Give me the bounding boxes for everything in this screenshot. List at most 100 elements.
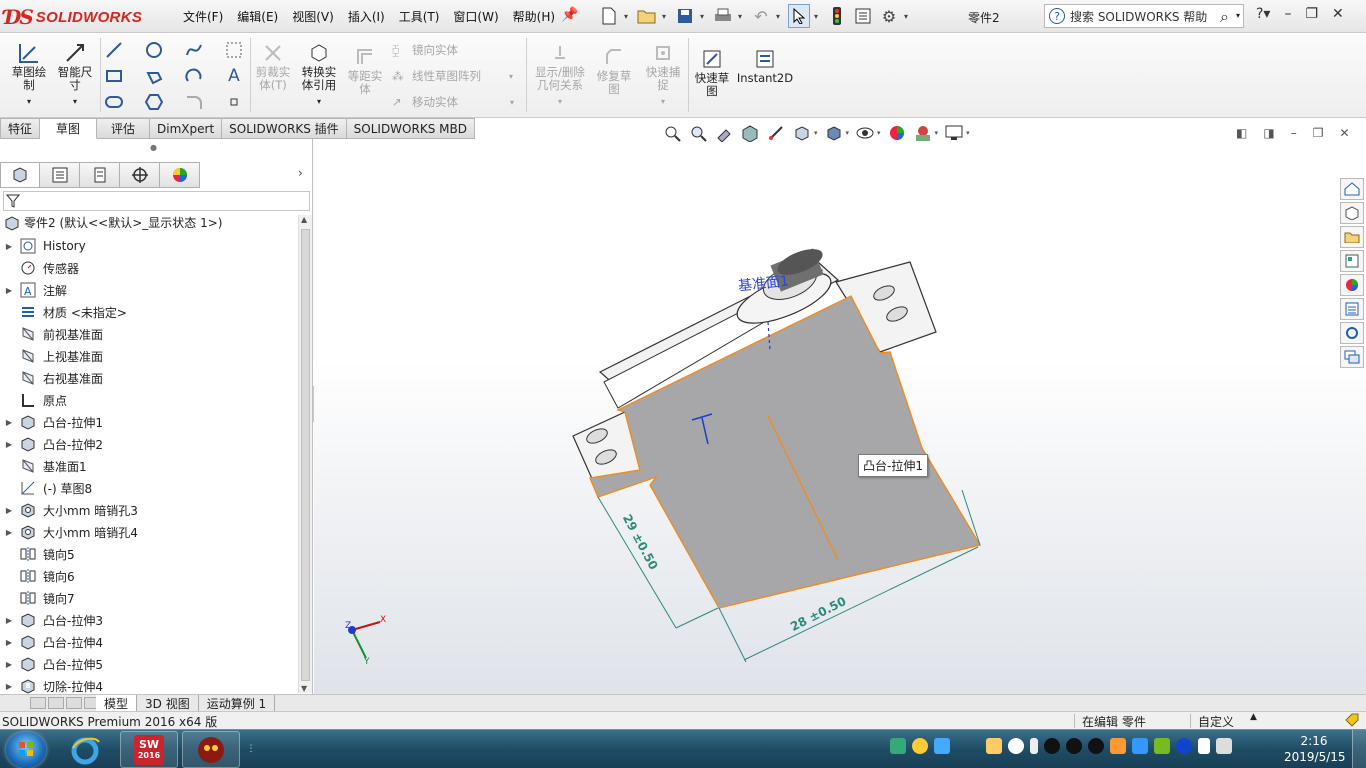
rebuild-traffic-light-icon[interactable] [826, 4, 848, 28]
chevron-down-icon[interactable]: ▾ [776, 12, 784, 21]
internet-explorer-icon[interactable] [56, 731, 114, 768]
view-settings-icon[interactable] [944, 123, 964, 143]
game-taskbar-app[interactable] [182, 731, 240, 768]
section-view-icon[interactable] [740, 123, 760, 143]
chevron-down-icon[interactable]: ▾ [904, 12, 912, 21]
point-icon[interactable] [224, 92, 244, 112]
chevron-down-icon[interactable]: ▾ [662, 12, 670, 21]
tab-first-button[interactable] [30, 697, 46, 709]
dynamic-annotation-icon[interactable] [766, 123, 786, 143]
tray-bluetooth-icon[interactable] [1176, 738, 1192, 754]
tree-filter-input[interactable] [3, 191, 310, 211]
text-icon[interactable]: A [224, 66, 244, 86]
recovery-icon[interactable] [1340, 322, 1364, 344]
tree-item[interactable]: 传感器 [0, 257, 298, 279]
chevron-down-icon[interactable]: ▾ [317, 95, 321, 108]
dimxpert-manager-tab-icon[interactable] [120, 162, 160, 188]
viewport-restore-icon[interactable]: ❐ [1313, 126, 1324, 140]
tree-item[interactable]: ▶ 凸台-拉伸5 [0, 653, 298, 675]
viewport-minimize-icon[interactable]: – [1291, 126, 1297, 140]
chevron-down-icon[interactable]: ▾ [661, 95, 665, 108]
graphics-area[interactable]: 基准面1 28 ±0.50 29 ±0.50 X Y Z [314, 139, 1366, 694]
configuration-manager-tab-icon[interactable] [80, 162, 120, 188]
options-gear-icon[interactable]: ⚙ [878, 4, 900, 28]
expand-arrow-icon[interactable]: ▶ [0, 638, 18, 647]
new-document-icon[interactable] [598, 4, 620, 28]
tab-evaluate[interactable]: 评估 [97, 118, 151, 139]
expand-arrow-icon[interactable]: ▶ [0, 286, 18, 295]
display-manager-tab-icon[interactable] [160, 162, 200, 188]
chevron-down-icon[interactable]: ▾ [700, 12, 708, 21]
menu-help[interactable]: 帮助(H) [506, 8, 562, 25]
view-orientation-icon[interactable] [792, 123, 812, 143]
mirror-entities-button[interactable]: ⧮ 镜向实体 [392, 42, 458, 58]
tray-qq-icon-3[interactable] [1088, 738, 1104, 754]
close-icon[interactable]: ✕ [1332, 6, 1344, 22]
tab-model[interactable]: 模型 [96, 695, 138, 711]
quick-snaps-button[interactable]: 快速捕 捉 ▾ [642, 40, 684, 108]
tree-item[interactable]: ▶ 大小mm 暗销孔3 [0, 499, 298, 521]
select-pointer-icon[interactable] [788, 4, 810, 28]
chevron-down-icon[interactable]: ▾ [73, 95, 77, 108]
tab-solidworks-addins[interactable]: SOLIDWORKS 插件 [222, 118, 347, 139]
design-library-icon[interactable] [1340, 202, 1364, 224]
help-search-input[interactable]: ? 搜索 SOLIDWORKS 帮助 ⌕ ▾ [1044, 4, 1244, 28]
chevron-down-icon[interactable]: ▾ [738, 12, 746, 21]
slot-icon[interactable] [104, 92, 124, 112]
display-style-icon[interactable] [824, 123, 844, 143]
tray-security-icon[interactable] [890, 738, 906, 754]
feature-manager-tab-icon[interactable] [0, 162, 40, 188]
previous-view-icon[interactable] [714, 123, 734, 143]
forum-icon[interactable] [1340, 346, 1364, 368]
file-properties-icon[interactable] [852, 4, 874, 28]
tree-item[interactable]: ▶ History [0, 235, 298, 257]
grid-icon[interactable] [224, 40, 244, 60]
instant2d-button[interactable]: Instant2D [737, 46, 793, 85]
taskbar-clock[interactable]: 2:16 2019/5/15 [1284, 733, 1346, 765]
menu-insert[interactable]: 插入(I) [341, 8, 392, 25]
windows-start-icon[interactable] [6, 732, 46, 768]
convert-entities-button[interactable]: 转换实 体引用 ▾ [297, 40, 341, 108]
tree-item[interactable]: ▶ 凸台-拉伸4 [0, 631, 298, 653]
tray-emoji-icon[interactable] [986, 738, 1002, 754]
tree-item[interactable]: 右视基准面 [0, 367, 298, 389]
viewport-close-icon[interactable]: ✕ [1339, 126, 1349, 140]
tree-item[interactable]: 上视基准面 [0, 345, 298, 367]
move-entities-button[interactable]: ↗ 移动实体 ▾ [392, 94, 514, 110]
scroll-up-icon[interactable]: ▲ [301, 215, 307, 224]
expand-arrow-icon[interactable]: ▶ [0, 440, 18, 449]
expand-arrow-icon[interactable]: ▶ [0, 660, 18, 669]
trim-entities-button[interactable]: 剪裁实 体(T) [252, 40, 294, 92]
rapid-sketch-button[interactable]: 快速草 图 [692, 46, 732, 98]
home-icon[interactable] [1340, 178, 1364, 200]
tree-item[interactable]: ▶ 凸台-拉伸1 [0, 411, 298, 433]
menu-file[interactable]: 文件(F) [176, 8, 230, 25]
expand-arrow-icon[interactable]: ▶ [0, 418, 18, 427]
viewport-right-icon[interactable]: ◨ [1263, 126, 1274, 140]
tree-item[interactable]: (-) 草图8 [0, 477, 298, 499]
print-icon[interactable] [712, 4, 734, 28]
taskbar-expand-icon[interactable]: ⋮ [244, 734, 258, 764]
expand-arrow-icon[interactable]: ▶ [0, 616, 18, 625]
chevron-down-icon[interactable]: ▾ [1236, 11, 1240, 20]
hide-show-items-icon[interactable] [855, 123, 875, 143]
spline-icon[interactable] [184, 40, 204, 60]
tree-scrollbar[interactable]: ▲ ▼ [298, 215, 312, 693]
chevron-down-icon[interactable]: ▾ [814, 12, 822, 21]
status-units[interactable]: 自定义 [1198, 713, 1234, 730]
tree-item[interactable]: 材质 <未指定> [0, 301, 298, 323]
chevron-right-icon[interactable]: › [298, 166, 303, 180]
chevron-down-icon[interactable]: ▾ [966, 129, 970, 137]
tree-item[interactable]: ▶ 凸台-拉伸3 [0, 609, 298, 631]
appearances-icon[interactable] [1340, 274, 1364, 296]
tab-next-button[interactable] [66, 697, 82, 709]
polygon-icon[interactable] [144, 66, 164, 86]
tree-item[interactable]: ▶ 凸台-拉伸2 [0, 433, 298, 455]
chevron-down-icon[interactable]: ▾ [558, 95, 562, 108]
chevron-down-icon[interactable]: ▾ [814, 129, 818, 137]
scrollbar-thumb[interactable] [301, 229, 310, 681]
tree-item[interactable]: 前视基准面 [0, 323, 298, 345]
chevron-down-icon[interactable]: ▾ [877, 129, 881, 137]
help-dropdown-icon[interactable]: ?▾ [1256, 6, 1270, 22]
tree-root-part[interactable]: 零件2 (默认<<默认>_显示状态 1>) [4, 214, 222, 231]
